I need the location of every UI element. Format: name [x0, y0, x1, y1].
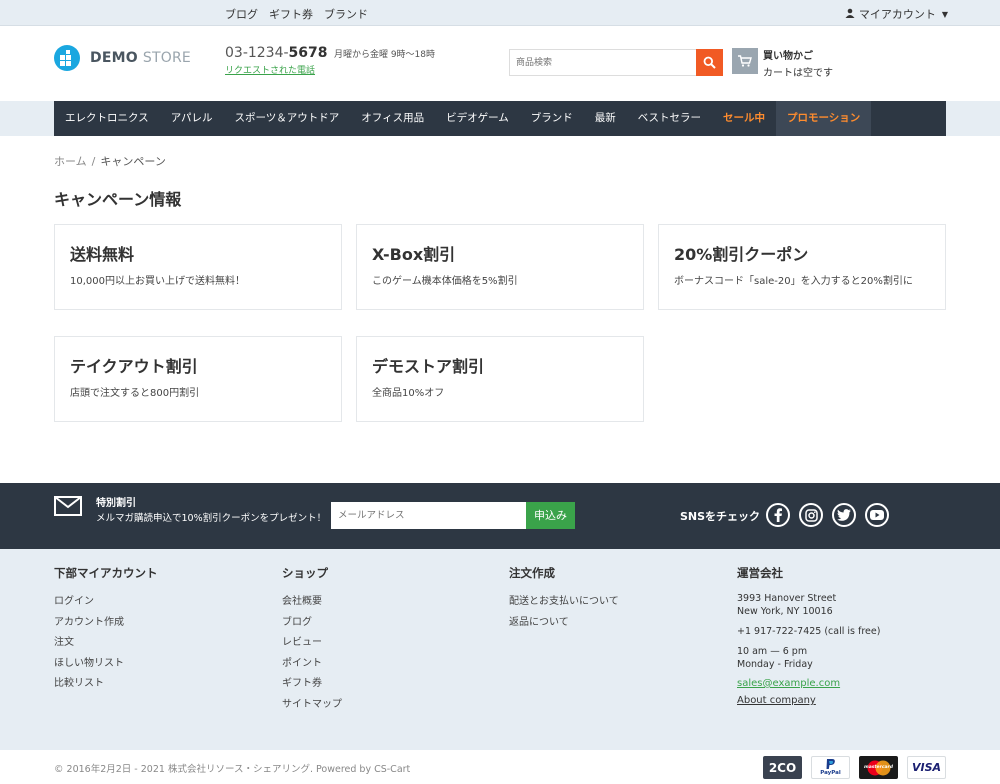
campaign-title[interactable]: X-Box割引 — [372, 241, 455, 265]
search-button[interactable] — [696, 49, 723, 76]
footer-heading: 運営会社 — [737, 566, 783, 580]
footer-col-account: 下部マイアカウント ログイン アカウント作成 注文 ほしい物リスト 比較リスト — [54, 565, 158, 695]
footer-link-login[interactable]: ログイン — [54, 592, 158, 613]
campaign-desc: 10,000円以上お買い上げで送料無料！ — [70, 276, 245, 287]
footer-link-about[interactable]: 会社概要 — [282, 592, 342, 613]
campaign-title[interactable]: テイクアウト割引 — [70, 353, 198, 377]
newsletter-band: 特別割引 メルマガ購読申込で10%割引クーポンをプレゼント！ 申込み SNSをチ… — [0, 483, 1000, 549]
cart-title[interactable]: 買い物かご — [763, 47, 813, 62]
nav-item-sports[interactable]: スポーツ＆アウトドア — [223, 101, 350, 136]
about-company-link[interactable]: About company — [737, 695, 880, 706]
footer-heading: 下部マイアカウント — [54, 566, 158, 580]
company-address: 3993 Hanover Street New York, NY 10016 — [737, 593, 837, 617]
phone-number: 03-1234-5678 月曜から金曜 9時～18時 — [225, 45, 436, 61]
nav-item-office[interactable]: オフィス用品 — [350, 101, 435, 136]
campaign-card[interactable]: デモストア割引 全商品10%オフ — [356, 336, 644, 422]
paypal-icon: PayPal — [811, 756, 850, 779]
bottom-bar: © 2016年2月2日 - 2021 株式会社リソース・シェアリング. Powe… — [0, 750, 1000, 784]
breadcrumb-current: キャンペーン — [100, 155, 166, 168]
footer-link-blog[interactable]: ブログ — [282, 613, 342, 634]
facebook-icon[interactable] — [766, 503, 790, 527]
footer: 下部マイアカウント ログイン アカウント作成 注文 ほしい物リスト 比較リスト … — [0, 549, 1000, 750]
breadcrumb-home[interactable]: ホーム — [54, 155, 87, 168]
campaign-card[interactable]: 送料無料 10,000円以上お買い上げで送料無料！ — [54, 224, 342, 310]
footer-link-returns[interactable]: 返品について — [509, 613, 619, 634]
newsletter-title: 特別割引 — [96, 498, 136, 509]
search-input[interactable] — [510, 50, 696, 75]
campaign-desc: ボーナスコード「sale-20」を入力すると20%割引に — [674, 276, 913, 287]
campaign-desc: このゲーム機本体価格を5%割引 — [372, 276, 518, 287]
top-bar: ブログ ギフト券 ブランド マイアカウント ▼ — [0, 0, 1000, 26]
mastercard-icon: mastercard — [859, 756, 898, 779]
nav-item-new[interactable]: 最新 — [584, 101, 627, 136]
logo-text: DEMO STORE — [90, 50, 191, 66]
request-call-link[interactable]: リクエストされた電話 — [225, 63, 315, 76]
footer-col-company: 運営会社 3993 Hanover Street New York, NY 10… — [737, 565, 880, 706]
nav-item-apparel[interactable]: アパレル — [160, 101, 224, 136]
cart-icon[interactable] — [732, 48, 758, 74]
company-phone: +1 917-722-7425 (call is free) — [737, 626, 881, 637]
footer-link-sitemap[interactable]: サイトマップ — [282, 695, 342, 716]
campaign-title[interactable]: 20%割引クーポン — [674, 241, 808, 265]
copyright: © 2016年2月2日 - 2021 株式会社リソース・シェアリング. Powe… — [54, 764, 411, 775]
top-link-blog[interactable]: ブログ — [225, 6, 258, 22]
campaign-desc: 店頭で注文すると800円割引 — [70, 388, 200, 399]
logo[interactable]: DEMO STORE — [54, 45, 191, 71]
company-email-link[interactable]: sales@example.com — [737, 678, 880, 689]
campaign-card[interactable]: X-Box割引 このゲーム機本体価格を5%割引 — [356, 224, 644, 310]
2co-icon: 2CO — [763, 756, 802, 779]
my-account-label: マイアカウント — [858, 8, 936, 21]
footer-link-reviews[interactable]: レビュー — [282, 633, 342, 654]
footer-link-wishlist[interactable]: ほしい物リスト — [54, 654, 158, 675]
instagram-icon[interactable] — [799, 503, 823, 527]
footer-link-compare[interactable]: 比較リスト — [54, 674, 158, 695]
twitter-icon[interactable] — [832, 503, 856, 527]
nav-item-electronics[interactable]: エレクトロニクス — [54, 101, 160, 136]
user-icon — [845, 8, 855, 21]
logo-icon — [54, 45, 80, 71]
search-icon — [703, 56, 716, 69]
footer-link-orders[interactable]: 注文 — [54, 633, 158, 654]
subscribe-button[interactable]: 申込み — [526, 502, 575, 529]
campaign-card[interactable]: 20%割引クーポン ボーナスコード「sale-20」を入力すると20%割引に — [658, 224, 946, 310]
breadcrumb: ホーム / キャンペーン — [54, 155, 166, 168]
visa-icon: VISA — [907, 756, 946, 779]
page-title: キャンペーン情報 — [54, 190, 182, 209]
campaign-desc: 全商品10%オフ — [372, 388, 445, 399]
caret-down-icon: ▼ — [941, 9, 948, 19]
youtube-icon[interactable] — [865, 503, 889, 527]
nav-item-videogames[interactable]: ビデオゲーム — [435, 101, 520, 136]
footer-col-orders: 注文作成 配送とお支払いについて 返品について — [509, 565, 619, 633]
campaign-title[interactable]: 送料無料 — [70, 241, 134, 265]
main-content: ホーム / キャンペーン キャンペーン情報 送料無料 10,000円以上お買い上げで… — [0, 136, 1000, 483]
campaign-title[interactable]: デモストア割引 — [372, 353, 484, 377]
top-link-gift[interactable]: ギフト券 — [269, 6, 313, 22]
footer-heading: 注文作成 — [509, 566, 555, 580]
footer-link-shipping[interactable]: 配送とお支払いについて — [509, 592, 619, 613]
footer-link-points[interactable]: ポイント — [282, 654, 342, 675]
nav-item-sale[interactable]: セール中 — [712, 101, 776, 136]
header: DEMO STORE 03-1234-5678 月曜から金曜 9時～18時 リク… — [0, 26, 1000, 101]
envelope-icon — [54, 496, 82, 519]
business-hours: 月曜から金曜 9時～18時 — [333, 50, 436, 60]
nav-item-brands[interactable]: ブランド — [520, 101, 584, 136]
newsletter-email-input[interactable] — [331, 502, 527, 529]
my-account-menu[interactable]: マイアカウント ▼ — [845, 6, 948, 22]
nav-item-promotion[interactable]: プロモーション — [775, 101, 872, 136]
campaign-card[interactable]: テイクアウト割引 店頭で注文すると800円割引 — [54, 336, 342, 422]
main-nav: エレクトロニクス アパレル スポーツ＆アウトドア オフィス用品 ビデオゲーム ブ… — [54, 101, 946, 136]
sns-label: SNSをチェック — [680, 510, 761, 523]
newsletter-desc: メルマガ購読申込で10%割引クーポンをプレゼント！ — [96, 513, 327, 524]
top-links: ブログ ギフト券 ブランド — [225, 6, 368, 22]
footer-col-shop: ショップ 会社概要 ブログ レビュー ポイント ギフト券 サイトマップ — [282, 565, 342, 715]
footer-link-register[interactable]: アカウント作成 — [54, 613, 158, 634]
footer-heading: ショップ — [282, 566, 328, 580]
nav-item-bestsellers[interactable]: ベストセラー — [627, 101, 712, 136]
footer-link-gift[interactable]: ギフト券 — [282, 674, 342, 695]
company-hours: 10 am — 6 pm Monday - Friday — [737, 646, 813, 670]
search-box — [509, 49, 723, 76]
cart-status: カートは空です — [763, 68, 833, 79]
top-link-brand[interactable]: ブランド — [324, 6, 368, 22]
